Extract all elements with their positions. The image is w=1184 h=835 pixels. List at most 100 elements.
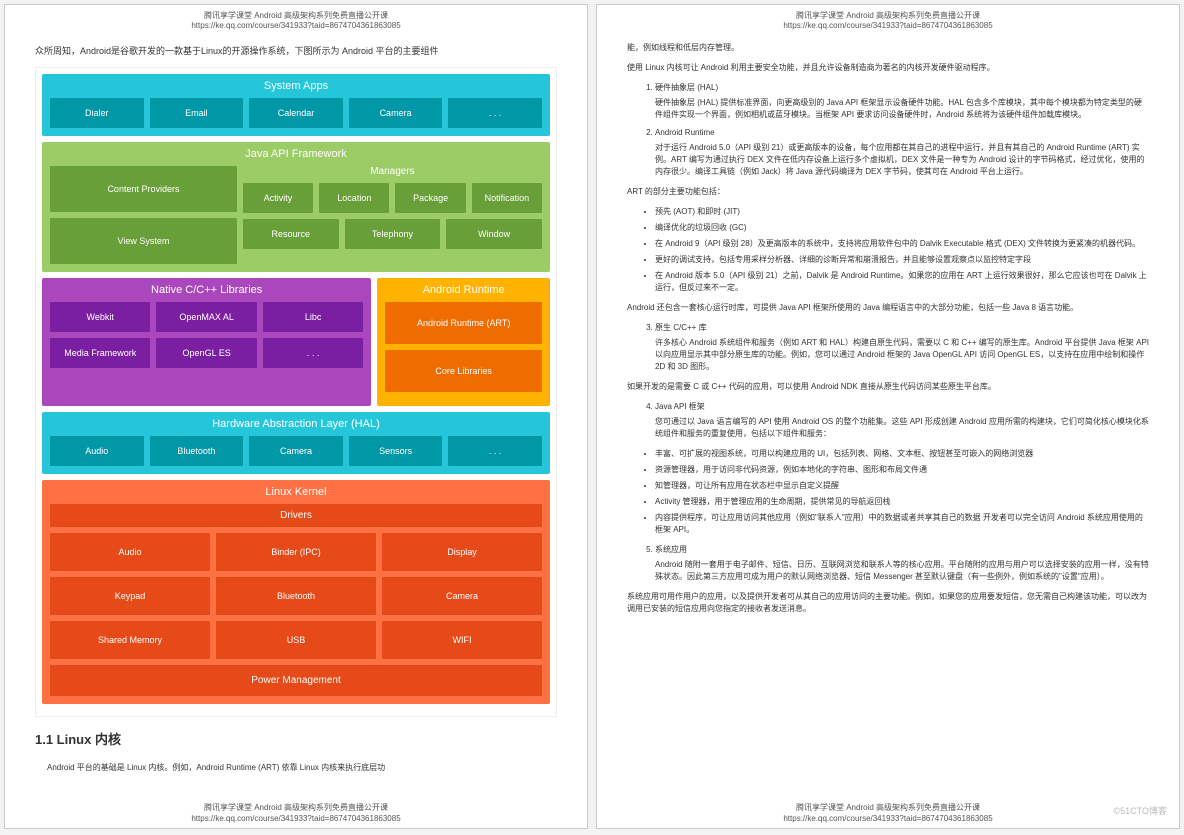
footer-line1: 腾讯享学课堂 Android 高级架构系列免费直播公开课 [597,803,1179,813]
layer-hal: Hardware Abstraction Layer (HAL) Audio B… [42,412,550,474]
runtime-title: Android Runtime [385,284,542,296]
art-intro: ART 的部分主要功能包括： [627,186,1149,198]
hal-sensors: Sensors [349,436,443,466]
java-bullets: 丰富、可扩展的视图系统，可用以构建应用的 UI，包括列表、网格、文本框、按钮甚至… [627,448,1149,536]
hal-more: . . . [448,436,542,466]
li-native-body: 许多核心 Android 系统组件和服务（例如 ART 和 HAL）构建自原生代… [655,337,1149,373]
cont-line: 能，例如线程和低层内存管理。 [627,42,1149,54]
ordered-list-2: 原生 C/C++ 库 许多核心 Android 系统组件和服务（例如 ART 和… [627,322,1149,373]
li-native-title: 原生 C/C++ 库 [655,323,707,332]
mgr-location: Location [319,183,389,213]
footer-line1: 腾讯享学课堂 Android 高级架构系列免费直播公开课 [5,803,587,813]
drv-shmem: Shared Memory [50,621,210,659]
jb4: Activity 管理器，用于管理应用的生命周期，提供常见的导航返回栈 [655,496,1149,508]
drv-binder: Binder (IPC) [216,533,376,571]
section-title-linux-kernel: 1.1 Linux 内核 [35,729,557,748]
drv-wifi: WIFI [382,621,542,659]
jb2: 资源管理器，用于访问非代码资源，例如本地化的字符串、图形和布局文件通 [655,464,1149,476]
kernel-title: Linux Kernel [50,486,542,498]
lib-media: Media Framework [50,338,150,368]
drivers-title: Drivers [50,504,542,527]
li-sysapps: 系统应用 Android 随附一套用于电子邮件、短信、日历、互联网浏览和联系人等… [655,544,1149,583]
ordered-list-1: 硬件抽象层 (HAL) 硬件抽象层 (HAL) 提供标准界面，向更高级别的 Ja… [627,82,1149,178]
art-b3: 在 Android 9（API 级别 28）及更高版本的系统中，支持将应用软件包… [655,238,1149,250]
li-javaapi-title: Java API 框架 [655,402,705,411]
footer-line2: https://ke.qq.com/course/341933?taid=867… [597,814,1179,824]
art-b4: 更好的调试支持，包括专用采样分析器、详细的诊断异常和崩溃报告，并且能够设置观察点… [655,254,1149,266]
header-line1: 腾讯享学课堂 Android 高级架构系列免费直播公开课 [35,11,557,21]
ordered-list-4: 系统应用 Android 随附一套用于电子邮件、短信、日历、互联网浏览和联系人等… [627,544,1149,583]
hal-camera: Camera [249,436,343,466]
app-email: Email [150,98,244,128]
layer-native-libs: Native C/C++ Libraries Webkit OpenMAX AL… [42,278,371,406]
system-apps-title: System Apps [50,80,542,92]
drv-keypad: Keypad [50,577,210,615]
page-1: 腾讯享学课堂 Android 高级架构系列免费直播公开课 https://ke.… [4,4,588,829]
layer-java-framework: Java API Framework Content Providers Vie… [42,142,550,272]
native-title: Native C/C++ Libraries [50,284,363,296]
watermark: ©51CTO博客 [1114,805,1167,819]
art-b1: 预先 (AOT) 和即时 (JIT) [655,206,1149,218]
drv-usb: USB [216,621,376,659]
layer-kernel: Linux Kernel Drivers Audio Binder (IPC) … [42,480,550,704]
header-line2: https://ke.qq.com/course/341933?taid=867… [627,21,1149,31]
runtime-art: Android Runtime (ART) [385,302,542,344]
li-javaapi-body: 您可通过以 Java 语言编写的 API 使用 Android OS 的整个功能… [655,416,1149,440]
mgr-notification: Notification [472,183,542,213]
app-calendar: Calendar [249,98,343,128]
footer-line2: https://ke.qq.com/course/341933?taid=867… [5,814,587,824]
layer-runtime: Android Runtime Android Runtime (ART) Co… [377,278,550,406]
lib-more: . . . [263,338,363,368]
li-hal: 硬件抽象层 (HAL) 硬件抽象层 (HAL) 提供标准界面，向更高级别的 Ja… [655,82,1149,121]
mgr-activity: Activity [243,183,313,213]
art-b2: 编译优化的垃圾回收 (GC) [655,222,1149,234]
mgr-resource: Resource [243,219,339,249]
content-providers: Content Providers [50,166,237,212]
power-management: Power Management [50,665,542,696]
app-dialer: Dialer [50,98,144,128]
ordered-list-3: Java API 框架 您可通过以 Java 语言编写的 API 使用 Andr… [627,401,1149,440]
mgr-telephony: Telephony [345,219,441,249]
header-line1: 腾讯享学课堂 Android 高级架构系列免费直播公开课 [627,11,1149,21]
lib-webkit: Webkit [50,302,150,332]
art-b5: 在 Android 版本 5.0（API 级别 21）之前，Dalvik 是 A… [655,270,1149,294]
jb3: 知管理器，可让所有应用在状态栏中显示自定义提醒 [655,480,1149,492]
layer-system-apps: System Apps Dialer Email Calendar Camera… [42,74,550,136]
jb1: 丰富、可扩展的视图系统，可用以构建应用的 UI，包括列表、网格、文本框、按钮甚至… [655,448,1149,460]
app-camera: Camera [349,98,443,128]
intro-text: 众所周知，Android是谷歌开发的一款基于Linux的开源操作系统，下图所示为… [35,44,557,57]
li-native: 原生 C/C++ 库 许多核心 Android 系统组件和服务（例如 ART 和… [655,322,1149,373]
li-hal-title: 硬件抽象层 (HAL) [655,83,718,92]
linux-kernel-body: Android 平台的基础是 Linux 内核。例如，Android Runti… [35,762,557,774]
hal-bluetooth: Bluetooth [150,436,244,466]
app-more: . . . [448,98,542,128]
hal-audio: Audio [50,436,144,466]
li-hal-body: 硬件抽象层 (HAL) 提供标准界面，向更高级别的 Java API 框架显示设… [655,97,1149,121]
mgr-window: Window [446,219,542,249]
page-2: 腾讯享学课堂 Android 高级架构系列免费直播公开课 https://ke.… [596,4,1180,829]
drv-audio: Audio [50,533,210,571]
lib-libc: Libc [263,302,363,332]
hal-title: Hardware Abstraction Layer (HAL) [50,418,542,430]
lib-openmax: OpenMAX AL [156,302,256,332]
li-art: Android Runtime 对于运行 Android 5.0（API 级别 … [655,127,1149,178]
page-header: 腾讯享学课堂 Android 高级架构系列免费直播公开课 https://ke.… [627,11,1149,32]
mgr-package: Package [395,183,465,213]
drv-bluetooth: Bluetooth [216,577,376,615]
para-linux-security: 使用 Linux 内核可让 Android 利用主要安全功能，并且允许设备制造商… [627,62,1149,74]
android-architecture-diagram: System Apps Dialer Email Calendar Camera… [35,67,557,717]
view-system: View System [50,218,237,264]
drv-camera: Camera [382,577,542,615]
para-final: 系统应用可用作用户的应用，以及提供开发者可从其自己的应用访问的主要功能。例如，如… [627,591,1149,615]
page-footer: 腾讯享学课堂 Android 高级架构系列免费直播公开课 https://ke.… [5,803,587,824]
jb5: 内容提供程序，可让应用访问其他应用（例如"联系人"应用）中的数据或者共享其自己的… [655,512,1149,536]
li-art-body: 对于运行 Android 5.0（API 级别 21）或更高版本的设备，每个应用… [655,142,1149,178]
li-sysapps-body: Android 随附一套用于电子邮件、短信、日历、互联网浏览和联系人等的核心应用… [655,559,1149,583]
java-framework-title: Java API Framework [50,148,542,160]
runtime-core: Core Libraries [385,350,542,392]
li-javaapi: Java API 框架 您可通过以 Java 语言编写的 API 使用 Andr… [655,401,1149,440]
header-line2: https://ke.qq.com/course/341933?taid=867… [35,21,557,31]
li-art-title: Android Runtime [655,128,715,137]
page-header: 腾讯享学课堂 Android 高级架构系列免费直播公开课 https://ke.… [35,11,557,32]
para-ndk: 如果开发的是需要 C 或 C++ 代码的应用，可以使用 Android NDK … [627,381,1149,393]
